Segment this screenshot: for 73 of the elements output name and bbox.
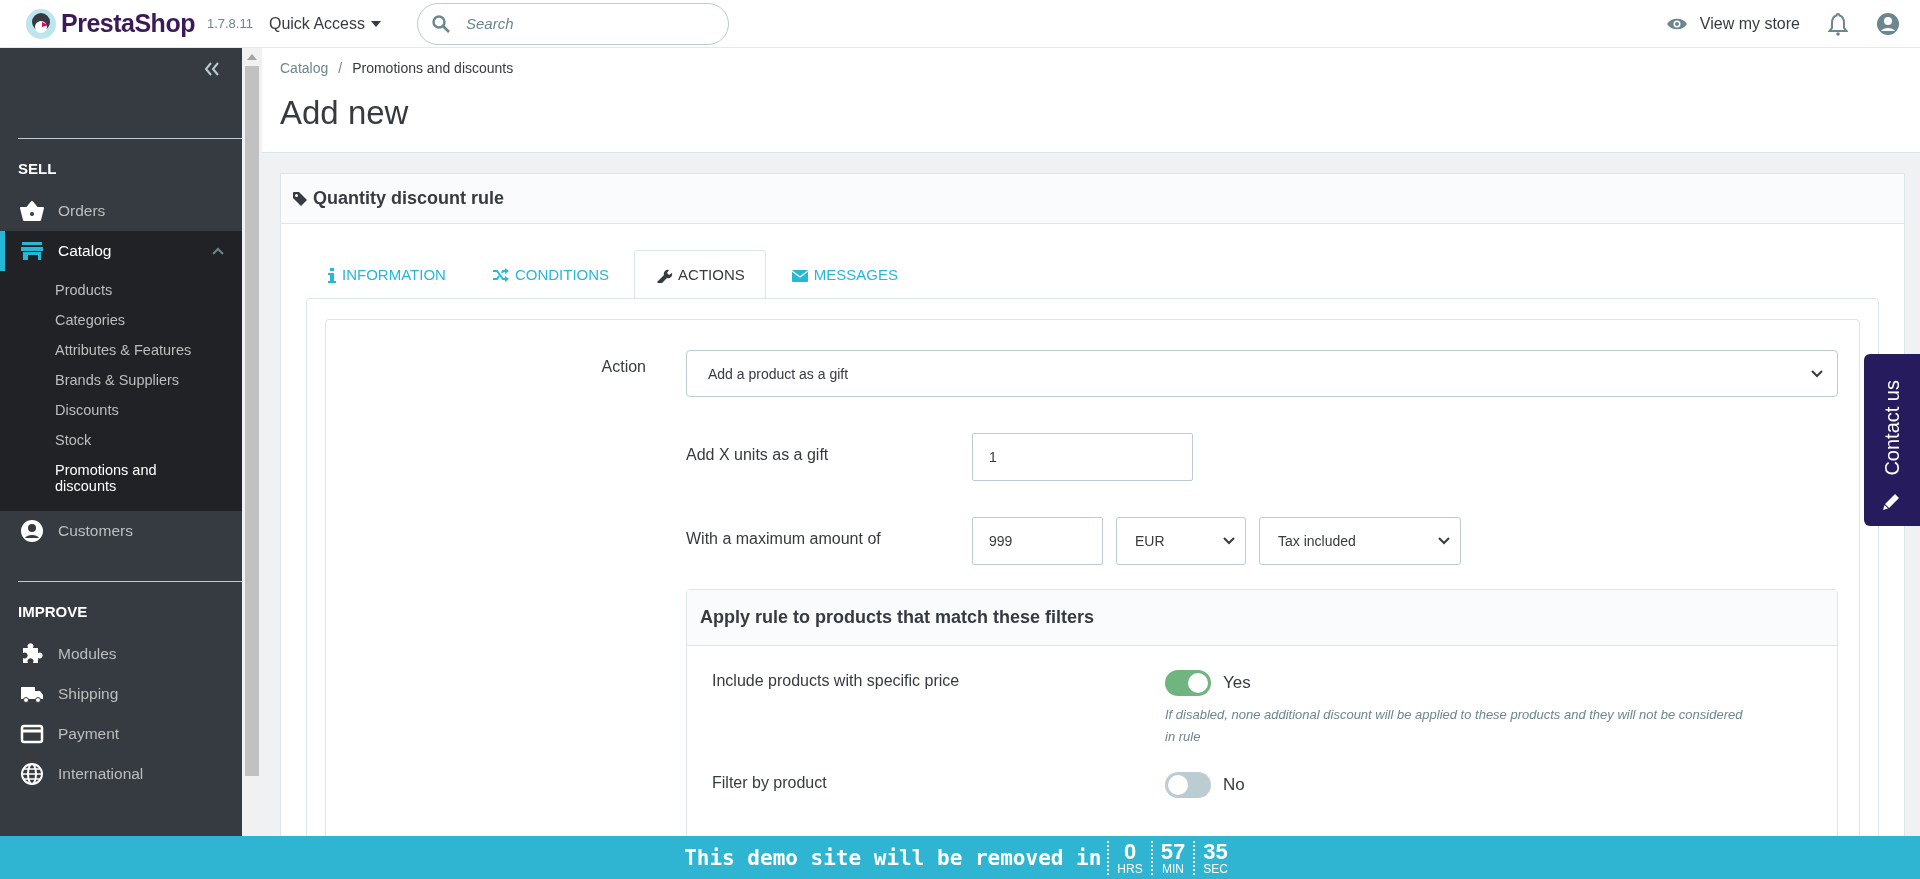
sidebar-item[interactable]: Orders: [0, 191, 242, 231]
section-heading: IMPROVE: [17, 602, 89, 622]
user-circle-icon: [20, 519, 44, 543]
scroll-up-icon[interactable]: [247, 54, 257, 60]
panel-heading: Apply rule to products that match these filters: [687, 590, 1837, 646]
globe-icon: [20, 762, 44, 786]
breadcrumb-separator: /: [338, 60, 343, 76]
basket-icon: [20, 199, 44, 223]
search-input[interactable]: Search: [464, 8, 714, 39]
toggle-label: Yes: [1223, 673, 1251, 693]
chevron-down-icon: [1438, 537, 1450, 545]
submenu-item[interactable]: Promotions and discounts: [0, 455, 215, 501]
sidebar-item[interactable]: Customers: [0, 511, 242, 551]
field-label: Filter by product: [712, 773, 828, 793]
tax-dropdown[interactable]: Tax included: [1259, 517, 1461, 565]
store-icon: [20, 239, 44, 263]
field-label: With a maximum amount of: [686, 529, 882, 548]
view-store-link[interactable]: View my store: [1665, 14, 1800, 33]
sidebar-item[interactable]: Shipping: [0, 674, 242, 714]
submenu-item[interactable]: Brands & Suppliers: [0, 365, 215, 395]
brand-name: PrestaShop: [61, 9, 195, 38]
submenu-item[interactable]: Attributes & Features: [0, 335, 215, 365]
field-label: Add X units as a gift: [686, 445, 830, 464]
field-label: Action: [600, 357, 647, 376]
puffin-logo-icon: [25, 7, 57, 40]
submenu-item[interactable]: Stock: [0, 425, 215, 455]
quantity-input[interactable]: 1: [972, 433, 1193, 481]
breadcrumb-current: Promotions and discounts: [352, 60, 514, 76]
help-text: If disabled, none additional discount will be applied to these products and they will not be considered in rule: [1165, 706, 1744, 746]
bell-icon[interactable]: [1828, 11, 1848, 36]
user-avatar-icon[interactable]: [1876, 11, 1900, 36]
scrollbar[interactable]: [242, 48, 262, 836]
eye-icon: [1665, 16, 1688, 31]
banner-text: This demo site will be removed in: [684, 845, 1103, 870]
chevron-down-icon: [1223, 537, 1235, 545]
page-title: Add new: [280, 94, 410, 132]
sidebar-item[interactable]: Catalog: [0, 231, 242, 271]
toggle-label: No: [1223, 775, 1245, 795]
collapse-icon[interactable]: [204, 62, 220, 76]
submenu-item[interactable]: Discounts: [0, 395, 215, 425]
submenu-item[interactable]: Categories: [0, 305, 215, 335]
toggle-switch[interactable]: [1165, 772, 1211, 798]
card-title: Quantity discount rule: [313, 188, 504, 209]
info-icon: [327, 266, 337, 283]
submenu-item[interactable]: Products: [0, 275, 215, 305]
caret-icon: [371, 20, 381, 27]
toggle-switch[interactable]: [1165, 670, 1211, 696]
countdown-unit: HRS: [1117, 862, 1143, 875]
countdown-unit: SEC: [1203, 862, 1228, 875]
countdown-unit: MIN: [1161, 862, 1184, 875]
sidebar-item[interactable]: International: [0, 754, 242, 794]
credit-card-icon: [20, 722, 44, 746]
currency-dropdown[interactable]: EUR: [1116, 517, 1246, 565]
search-icon: [432, 14, 450, 33]
chevron-down-icon: [1811, 369, 1823, 378]
sidebar-item[interactable]: Payment: [0, 714, 242, 754]
sidebar-item[interactable]: Modules: [0, 634, 242, 674]
tab[interactable]: ACTIONS: [634, 250, 766, 298]
section-heading: SELL: [17, 159, 58, 179]
tag-icon: [293, 191, 307, 206]
breadcrumb-link[interactable]: Catalog: [280, 60, 329, 76]
quick-access-menu[interactable]: Quick Access: [268, 14, 381, 33]
chevron-up-icon: [212, 247, 224, 255]
shuffle-icon: [491, 266, 510, 283]
contact-us-tab[interactable]: Contact us: [1864, 354, 1920, 526]
countdown-value: 0: [1123, 840, 1137, 863]
puzzle-icon: [20, 642, 44, 666]
countdown-value: 35: [1203, 840, 1228, 863]
amount-input[interactable]: 999: [972, 517, 1103, 565]
countdown-value: 57: [1160, 840, 1186, 863]
version-label: 1.7.8.11: [206, 16, 253, 31]
action-dropdown[interactable]: Add a product as a gift: [686, 350, 1838, 397]
field-label: Include products with specific price: [712, 671, 961, 691]
